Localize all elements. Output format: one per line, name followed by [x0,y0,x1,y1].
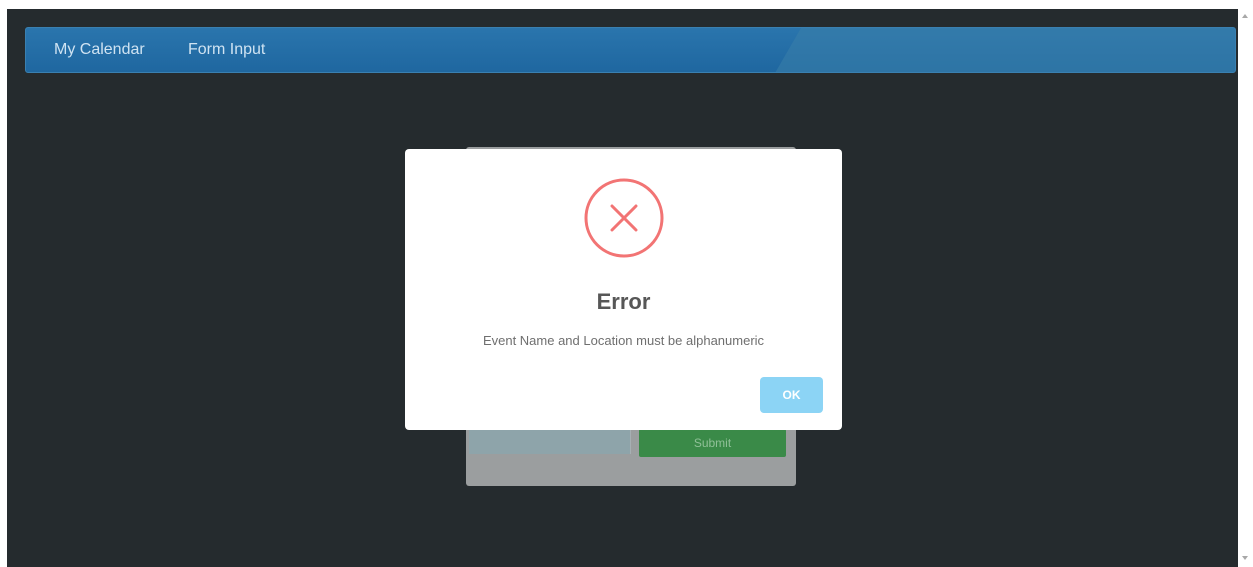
dialog-title: Error [596,289,651,314]
dialog-message: Event Name and Location must be alphanum… [482,333,765,348]
navbar: My Calendar Form Input [25,27,1236,73]
nav-item-form-input[interactable]: Form Input [188,41,265,59]
nav-item-my-calendar[interactable]: My Calendar [54,41,145,59]
scroll-up-arrow-icon[interactable] [1242,14,1248,18]
error-dialog: Error Event Name and Location must be al… [405,149,842,430]
vertical-scrollbar[interactable] [1238,0,1253,567]
navbar-shine [775,28,1235,72]
scroll-down-arrow-icon[interactable] [1242,556,1248,560]
page-viewport: My Calendar Form Input Submit Error Even… [7,9,1238,567]
submit-button[interactable]: Submit [639,429,786,457]
error-x-circle-icon [584,178,664,258]
ok-button[interactable]: OK [760,377,823,413]
